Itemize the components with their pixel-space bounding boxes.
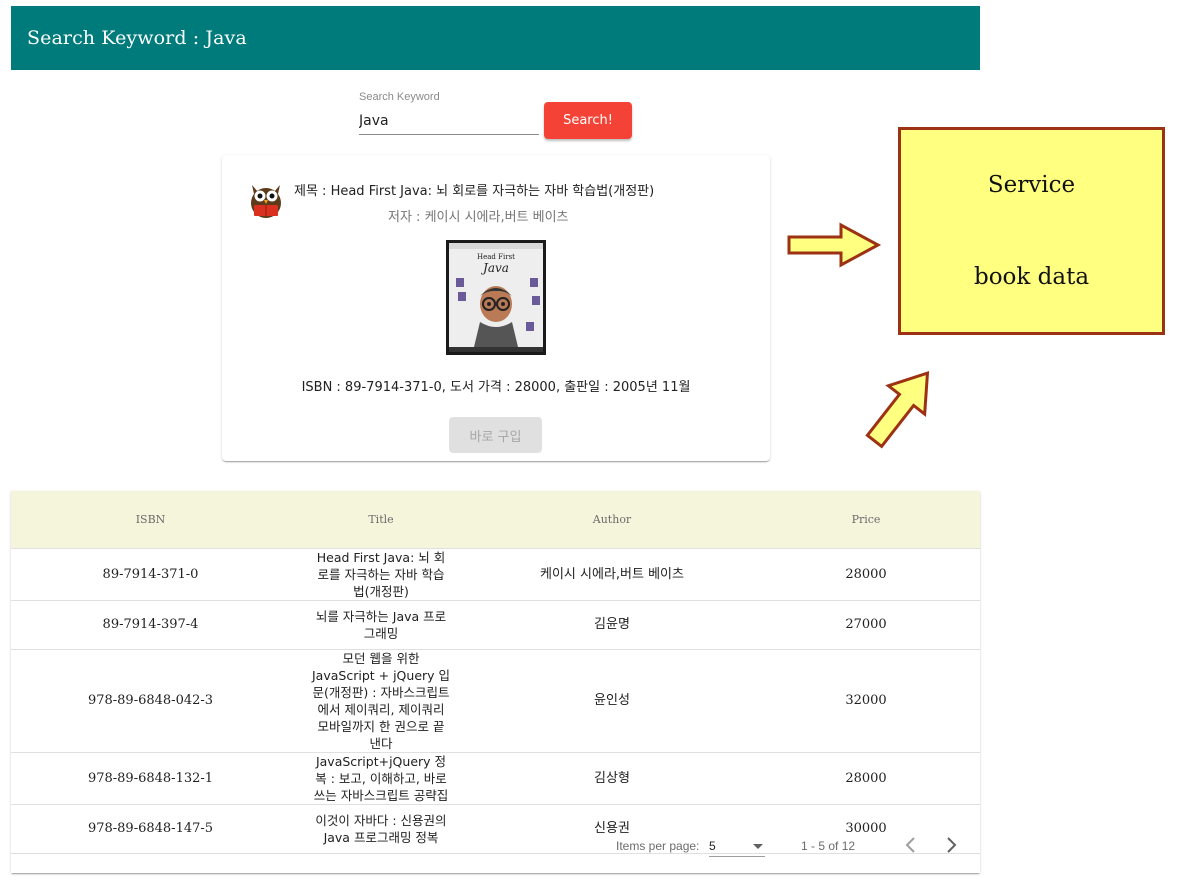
search-label: Search Keyword xyxy=(359,91,440,103)
table-row[interactable]: 978-89-6848-042-3 모던 웹을 위한 JavaScript + … xyxy=(11,649,980,753)
card-subtitle: 저자 : 케이시 시에라,버트 베이츠 xyxy=(388,210,569,225)
service-book-data-box: Service book data xyxy=(898,127,1165,335)
column-header-title[interactable]: Title xyxy=(290,491,472,549)
dropdown-arrow-icon xyxy=(753,844,763,849)
price-cell: 32000 xyxy=(752,649,980,753)
page-title: Search Keyword : Java xyxy=(27,27,247,49)
arrow-right-icon xyxy=(787,222,882,268)
isbn-cell: 89-7914-371-0 xyxy=(11,548,290,601)
service-label: Service xyxy=(987,172,1076,198)
book-cover-image: Head First Java xyxy=(446,240,546,355)
next-page-icon[interactable] xyxy=(940,833,962,857)
arrow-up-right-icon xyxy=(865,371,930,449)
isbn-cell: 978-89-6848-042-3 xyxy=(11,649,290,753)
price-cell: 28000 xyxy=(752,752,980,805)
page-size-select[interactable]: 5 xyxy=(709,835,765,857)
search-field[interactable]: Search Keyword xyxy=(359,88,539,136)
paginator: Items per page: 5 1 - 5 of 12 xyxy=(11,817,980,873)
table-header-row: ISBN Title Author Price xyxy=(11,491,980,549)
previous-page-icon[interactable] xyxy=(900,833,922,857)
column-header-isbn[interactable]: ISBN xyxy=(11,491,290,549)
author-cell: 김윤명 xyxy=(472,600,752,650)
page-size-value: 5 xyxy=(709,839,716,853)
title-cell: JavaScript+jQuery 정복 : 보고, 이해하고, 바로 쓰는 자… xyxy=(290,752,472,805)
title-cell: 뇌를 자극하는 Java 프로그래밍 xyxy=(290,600,472,650)
cover-line1: Head First xyxy=(477,253,515,261)
author-cell: 김상형 xyxy=(472,752,752,805)
isbn-cell: 89-7914-397-4 xyxy=(11,600,290,650)
column-header-price[interactable]: Price xyxy=(752,491,980,549)
card-title: 제목 : Head First Java: 뇌 회로를 자극하는 자바 학습법(… xyxy=(294,184,655,199)
page-range-label: 1 - 5 of 12 xyxy=(801,839,856,853)
table-row[interactable]: 89-7914-371-0 Head First Java: 뇌 회로를 자극하… xyxy=(11,548,980,601)
price-cell: 28000 xyxy=(752,548,980,601)
book-details: ISBN : 89-7914-371-0, 도서 가격 : 28000, 출판일… xyxy=(301,380,691,395)
isbn-cell: 978-89-6848-132-1 xyxy=(11,752,290,805)
book-card: 제목 : Head First Java: 뇌 회로를 자극하는 자바 학습법(… xyxy=(222,155,770,461)
header-toolbar: Search Keyword : Java xyxy=(11,6,980,70)
price-cell: 27000 xyxy=(752,600,980,650)
owl-avatar-icon xyxy=(251,185,281,218)
book-data-label: book data xyxy=(973,264,1090,290)
table-row[interactable]: 89-7914-397-4 뇌를 자극하는 Java 프로그래밍 김윤명 270… xyxy=(11,600,980,650)
book-table: ISBN Title Author Price 89-7914-371-0 He… xyxy=(11,491,980,873)
items-per-page-label: Items per page: xyxy=(616,839,700,853)
buy-now-button[interactable]: 바로 구입 xyxy=(449,417,542,453)
title-cell: 모던 웹을 위한 JavaScript + jQuery 입문(개정판) : 자… xyxy=(290,649,472,753)
author-cell: 케이시 시에라,버트 베이츠 xyxy=(472,548,752,601)
author-cell: 윤인성 xyxy=(472,649,752,753)
search-input[interactable] xyxy=(359,108,539,135)
table-row[interactable]: 978-89-6848-132-1 JavaScript+jQuery 정복 :… xyxy=(11,752,980,805)
title-cell: Head First Java: 뇌 회로를 자극하는 자바 학습법(개정판) xyxy=(290,548,472,601)
search-button[interactable]: Search! xyxy=(544,102,632,139)
cover-line2: Java xyxy=(480,261,509,275)
column-header-author[interactable]: Author xyxy=(472,491,752,549)
